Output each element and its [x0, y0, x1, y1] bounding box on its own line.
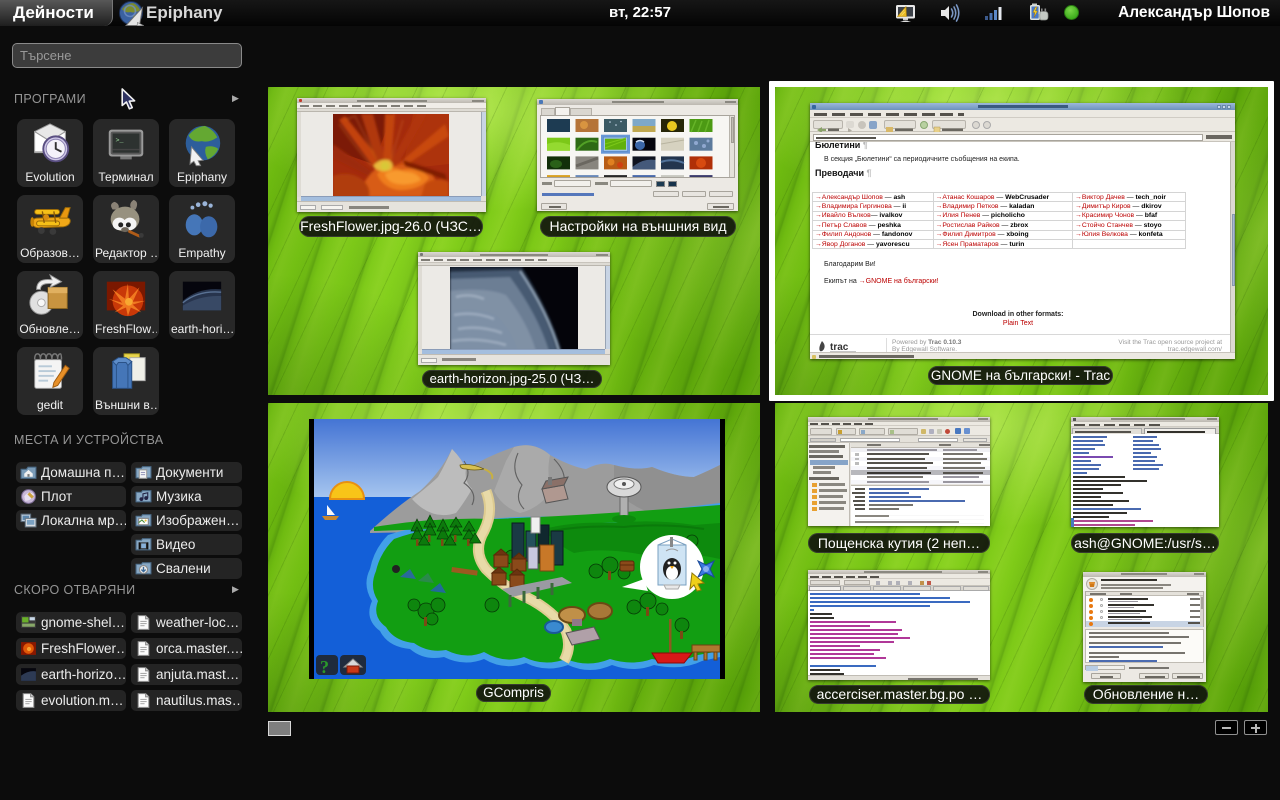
svg-text:>_: >_	[115, 137, 124, 145]
svg-text:trac: trac	[830, 342, 849, 352]
svg-text:?: ?	[320, 657, 329, 677]
